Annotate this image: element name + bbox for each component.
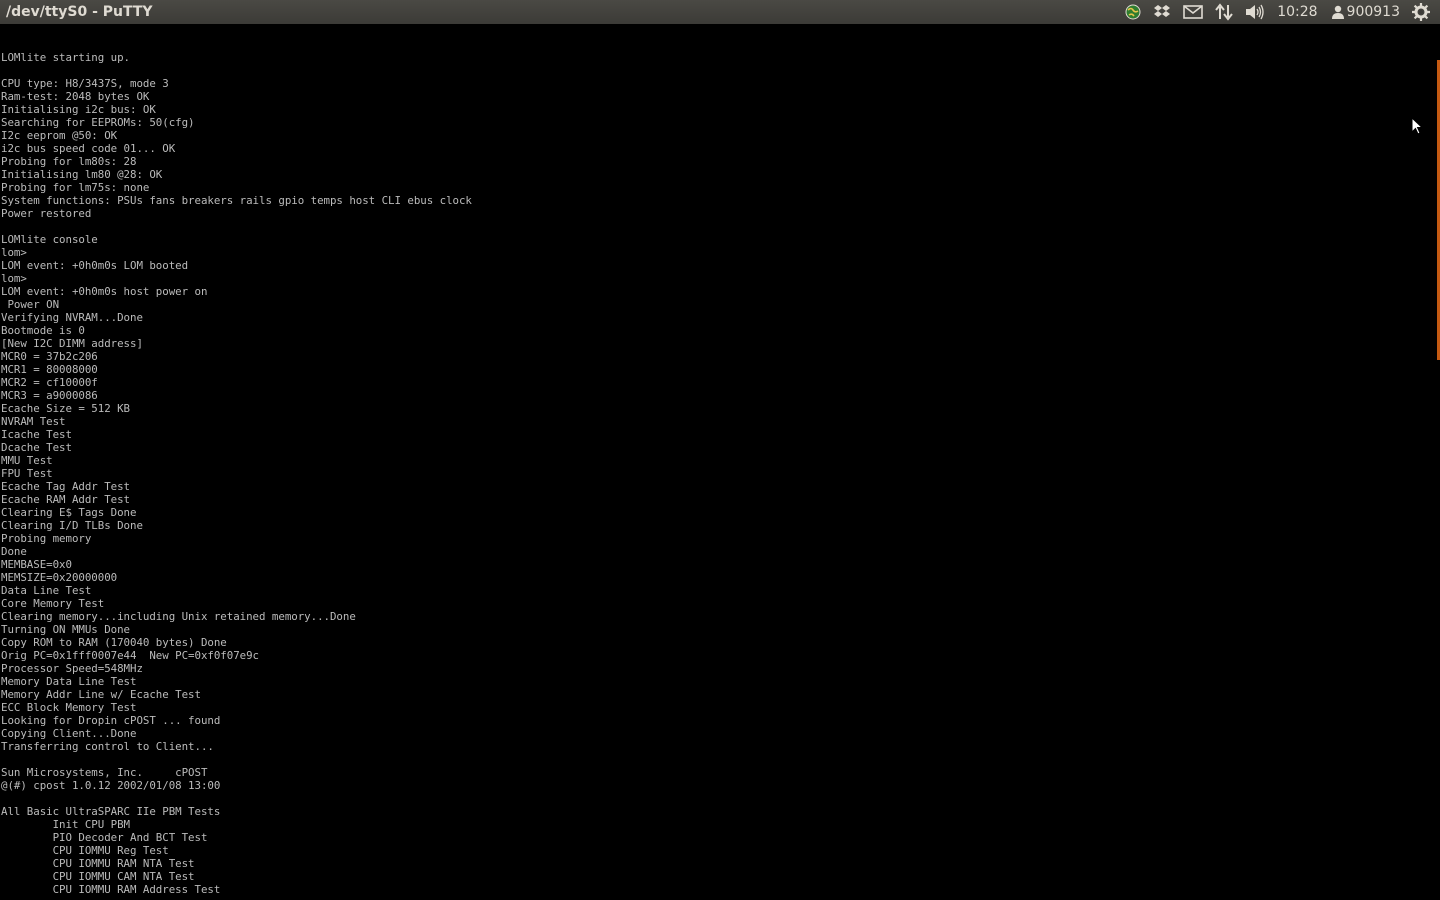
terminal-line: Memory Data Line Test <box>1 675 137 688</box>
network-transfer-icon[interactable] <box>1209 0 1239 24</box>
terminal-output: LOMlite starting up. CPU type: H8/3437S,… <box>0 24 1436 896</box>
indicator-area: 10:28 900913 <box>1119 0 1440 24</box>
terminal-line: Bootmode is 0 <box>1 324 85 337</box>
terminal-line: LOMlite starting up. <box>1 51 131 64</box>
terminal-line: Power restored <box>1 207 92 220</box>
terminal-line: Turning ON MMUs Done <box>1 623 131 636</box>
terminal-line: MCR3 = a9000086 <box>1 389 98 402</box>
terminal-line: NVRAM Test <box>1 415 66 428</box>
terminal-line: Verifying NVRAM...Done <box>1 311 143 324</box>
terminal-line: Memory Addr Line w/ Ecache Test <box>1 688 201 701</box>
terminal-line: Done <box>1 545 27 558</box>
terminal-line: @(#) cpost 1.0.12 2002/01/08 13:00 <box>1 779 221 792</box>
terminal-line: Probing memory <box>1 532 92 545</box>
terminal-line: Probing for lm75s: none <box>1 181 150 194</box>
network-globe-icon[interactable] <box>1119 0 1147 24</box>
terminal-line: Ecache RAM Addr Test <box>1 493 131 506</box>
terminal-line: MMU Test <box>1 454 53 467</box>
terminal-line: i2c bus speed code 01... OK <box>1 142 176 155</box>
clock[interactable]: 10:28 <box>1271 0 1325 24</box>
terminal-line: CPU IOMMU Reg Test <box>1 844 169 857</box>
terminal-line: lom> <box>1 246 27 259</box>
terminal-line: Power ON <box>1 298 60 311</box>
terminal-line: System functions: PSUs fans breakers rai… <box>1 194 472 207</box>
terminal-scrollbar[interactable] <box>1436 24 1440 900</box>
user-menu[interactable]: 900913 <box>1326 4 1406 20</box>
mouse-pointer-icon <box>1411 117 1423 135</box>
mail-icon[interactable] <box>1177 0 1209 24</box>
user-icon <box>1331 5 1344 19</box>
terminal-line: MCR0 = 37b2c206 <box>1 350 98 363</box>
terminal-line: Probing for lm80s: 28 <box>1 155 137 168</box>
terminal-line: LOM event: +0h0m0s LOM booted <box>1 259 189 272</box>
user-name: 900913 <box>1346 4 1400 20</box>
terminal-line: Copy ROM to RAM (170040 bytes) Done <box>1 636 227 649</box>
terminal-line: Looking for Dropin cPOST ... found <box>1 714 221 727</box>
terminal-line: Processor Speed=548MHz <box>1 662 143 675</box>
terminal-line: PIO Decoder And BCT Test <box>1 831 208 844</box>
terminal-line: MCR2 = cf10000f <box>1 376 98 389</box>
terminal-line: Clearing memory...including Unix retaine… <box>1 610 356 623</box>
terminal-line: MEMBASE=0x0 <box>1 558 72 571</box>
terminal-line: MEMSIZE=0x20000000 <box>1 571 118 584</box>
terminal-window[interactable]: LOMlite starting up. CPU type: H8/3437S,… <box>0 24 1436 900</box>
volume-icon[interactable] <box>1239 0 1271 24</box>
terminal-line: Transferring control to Client... <box>1 740 214 753</box>
terminal-line: Copying Client...Done <box>1 727 137 740</box>
dropbox-icon[interactable] <box>1147 0 1177 24</box>
terminal-line: Searching for EEPROMs: 50(cfg) <box>1 116 195 129</box>
terminal-line: FPU Test <box>1 467 53 480</box>
terminal-line: CPU IOMMU RAM NTA Test <box>1 857 195 870</box>
terminal-line: Clearing I/D TLBs Done <box>1 519 143 532</box>
terminal-line: All Basic UltraSPARC IIe PBM Tests <box>1 805 221 818</box>
terminal-line: Ram-test: 2048 bytes OK <box>1 90 150 103</box>
terminal-line: Clearing E$ Tags Done <box>1 506 137 519</box>
terminal-line: Initialising i2c bus: OK <box>1 103 156 116</box>
terminal-line: LOMlite console <box>1 233 98 246</box>
terminal-line: Ecache Tag Addr Test <box>1 480 131 493</box>
top-panel: /dev/ttyS0 - PuTTY 10:28 900913 <box>0 0 1440 24</box>
terminal-line: [New I2C DIMM address] <box>1 337 143 350</box>
terminal-line: I2c eeprom @50: OK <box>1 129 118 142</box>
terminal-line: Sun Microsystems, Inc. cPOST <box>1 766 208 779</box>
terminal-line: Icache Test <box>1 428 72 441</box>
terminal-line: ECC Block Memory Test <box>1 701 137 714</box>
terminal-line: Data Line Test <box>1 584 92 597</box>
terminal-line: Init CPU PBM <box>1 818 131 831</box>
terminal-line: Initialising lm80 @28: OK <box>1 168 163 181</box>
terminal-line: CPU IOMMU RAM Address Test <box>1 883 221 896</box>
window-title: /dev/ttyS0 - PuTTY <box>6 4 153 20</box>
terminal-line: Orig PC=0x1fff0007e44 New PC=0xf0f07e9c <box>1 649 260 662</box>
gear-icon[interactable] <box>1406 0 1436 24</box>
terminal-line: CPU type: H8/3437S, mode 3 <box>1 77 169 90</box>
terminal-line: lom> <box>1 272 27 285</box>
terminal-line: MCR1 = 80008000 <box>1 363 98 376</box>
terminal-line: CPU IOMMU CAM NTA Test <box>1 870 195 883</box>
terminal-line: Dcache Test <box>1 441 72 454</box>
terminal-line: Core Memory Test <box>1 597 105 610</box>
terminal-line: Ecache Size = 512 KB <box>1 402 131 415</box>
terminal-line: LOM event: +0h0m0s host power on <box>1 285 208 298</box>
